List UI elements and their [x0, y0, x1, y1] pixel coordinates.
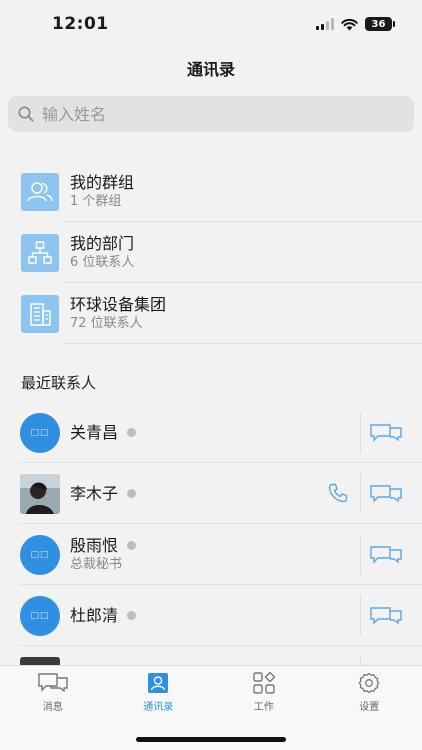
avatar: □□ [20, 534, 60, 575]
status-bar: 12:01 36 [0, 0, 422, 48]
contact-row[interactable]: □□ 殷雨恨 总裁秘书 [0, 524, 422, 585]
cellular-signal-icon [316, 18, 334, 30]
phone-icon [328, 483, 348, 503]
tab-label: 通讯录 [143, 702, 174, 713]
divider [360, 412, 361, 453]
divider [360, 534, 361, 575]
search-input[interactable] [42, 104, 382, 124]
wifi-icon [341, 18, 358, 30]
call-button[interactable] [328, 483, 348, 507]
contact-row[interactable]: □□ 关青昌 [0, 402, 422, 463]
group-item-my-department[interactable]: 我的部门 6 位联系人 [0, 222, 422, 283]
group-title: 环球设备集团 [70, 295, 167, 314]
contact-name: 关青昌 [70, 423, 119, 442]
chat-button[interactable] [370, 483, 402, 507]
contact-name: 杜郎清 [70, 606, 119, 625]
avatar: □□ [20, 595, 60, 636]
group-subtitle: 6 位联系人 [70, 255, 135, 270]
contacts-icon [148, 673, 169, 693]
avatar-photo [20, 473, 60, 514]
contact-name: 殷雨恨 [70, 536, 119, 555]
avatar: □□ [20, 412, 60, 453]
chat-icon [370, 485, 402, 503]
tab-messages[interactable]: 消息 [0, 672, 106, 716]
tab-label: 工作 [253, 702, 274, 713]
recent-contacts-list: □□ 关青昌 李木子 □□ 殷雨恨 总裁秘书 □□ 杜郎清 [0, 402, 422, 665]
group-subtitle: 72 位联系人 [70, 316, 143, 331]
contact-row[interactable]: □□ 杜郎清 [0, 585, 422, 646]
group-item-my-groups[interactable]: 我的群组 1 个群组 [0, 161, 422, 222]
home-indicator [136, 737, 286, 742]
avatar-photo [20, 656, 60, 665]
status-dot [127, 541, 137, 550]
tab-bar: 消息 通讯录 工作 设置 [0, 665, 422, 750]
page-title: 通讯录 [186, 60, 235, 79]
gear-icon [358, 672, 380, 694]
apps-icon [253, 672, 275, 694]
group-item-company[interactable]: 环球设备集团 72 位联系人 [0, 283, 422, 344]
chat-icon [38, 673, 68, 693]
tab-settings[interactable]: 设置 [317, 672, 422, 716]
divider [360, 595, 361, 636]
tab-label: 设置 [359, 702, 380, 713]
avatar [20, 473, 60, 514]
recent-contacts-header: 最近联系人 [21, 374, 97, 392]
chat-button[interactable] [370, 544, 402, 568]
org-chart-icon [21, 233, 59, 272]
building-icon [21, 294, 59, 333]
contact-row[interactable]: 秦昔 [0, 646, 422, 665]
contact-name: 李木子 [70, 484, 119, 503]
divider [360, 473, 361, 514]
status-dot [127, 428, 137, 437]
avatar [20, 656, 60, 665]
tab-work[interactable]: 工作 [211, 672, 317, 716]
battery-icon: 36 [365, 17, 395, 31]
contact-row[interactable]: 李木子 [0, 463, 422, 524]
chat-button[interactable] [370, 422, 402, 446]
people-icon [21, 172, 59, 211]
chat-icon [370, 607, 402, 625]
chat-button[interactable] [370, 605, 402, 629]
chat-icon [370, 424, 402, 442]
group-list: 我的群组 1 个群组 我的部门 6 位联系人 环球设备集团 72 位联系人 [0, 161, 422, 344]
group-title: 我的群组 [70, 173, 135, 192]
status-time: 12:01 [52, 14, 109, 34]
group-subtitle: 1 个群组 [70, 194, 122, 209]
search-icon [18, 106, 34, 122]
divider [360, 656, 361, 665]
tab-label: 消息 [42, 702, 63, 713]
chat-icon [370, 546, 402, 564]
status-dot [127, 611, 137, 620]
status-icons: 36 [316, 17, 395, 31]
search-bar [0, 88, 422, 132]
status-dot [127, 489, 137, 498]
group-title: 我的部门 [70, 234, 135, 253]
search-field[interactable] [8, 96, 414, 132]
tab-contacts[interactable]: 通讯录 [106, 672, 212, 716]
